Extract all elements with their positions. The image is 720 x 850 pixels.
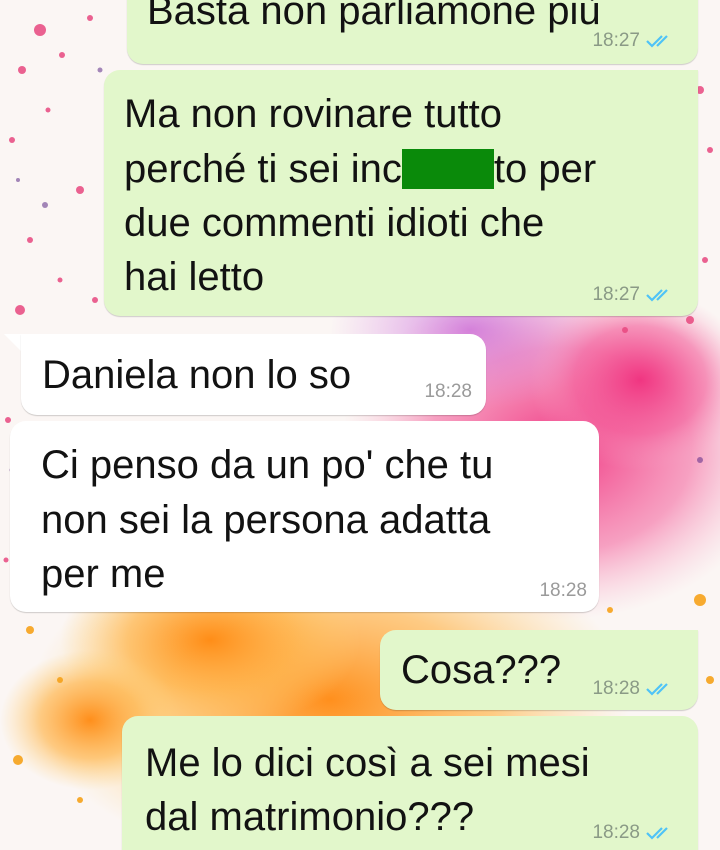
message-text: Cosa??? — [401, 648, 562, 692]
message-bubble-outgoing[interactable]: Me lo dici così a sei mesi dal matrimoni… — [122, 716, 698, 850]
message-time: 18:27 — [592, 284, 640, 305]
message-text-line: hai letto — [124, 255, 265, 299]
message-meta: 18:28 — [592, 678, 676, 700]
double-check-icon — [646, 683, 668, 696]
message-text: Daniela non lo so — [42, 353, 352, 397]
message-text: Basta non parliamone più — [147, 0, 601, 33]
double-check-icon — [646, 35, 668, 48]
message-time: 18:27 — [592, 30, 640, 51]
message-text-line: due commenti idioti che — [124, 201, 545, 245]
message-text-line: Ma non rovinare tutto — [124, 92, 502, 136]
message-bubble-outgoing[interactable]: Ma non rovinare tutto perché ti sei inc t… — [104, 70, 698, 316]
message-text-part: to per — [493, 147, 597, 191]
message-bubble-incoming[interactable]: Daniela non lo so 18:28 — [21, 334, 486, 415]
message-meta: 18:28 — [424, 381, 472, 403]
message-text-line: Me lo dici così a sei mesi — [145, 741, 590, 785]
message-meta: 18:27 — [592, 30, 676, 52]
message-time: 18:28 — [424, 381, 472, 402]
message-text-line: non sei la persona adatta — [41, 498, 491, 542]
message-meta: 18:28 — [539, 580, 587, 602]
double-check-icon — [646, 289, 668, 302]
double-check-icon — [646, 827, 668, 840]
message-text-line: dal matrimonio??? — [145, 795, 475, 839]
message-meta: 18:27 — [592, 284, 676, 306]
message-time: 18:28 — [592, 822, 640, 843]
redaction-block — [401, 149, 494, 189]
message-time: 18:28 — [592, 678, 640, 699]
message-bubble-outgoing[interactable]: Cosa??? 18:28 — [380, 630, 698, 710]
message-meta: 18:28 — [592, 822, 676, 844]
message-text-line: Ci penso da un po' che tu — [41, 443, 494, 487]
message-text-line: per me — [41, 552, 166, 596]
message-bubble-outgoing[interactable]: Basta non parliamone più 18:27 — [127, 0, 698, 64]
message-bubble-incoming[interactable]: Ci penso da un po' che tu non sei la per… — [10, 421, 599, 612]
message-time: 18:28 — [539, 580, 587, 601]
message-text-part: perché ti sei inc — [124, 147, 402, 191]
message-text-line: perché ti sei inc to per — [124, 142, 596, 196]
